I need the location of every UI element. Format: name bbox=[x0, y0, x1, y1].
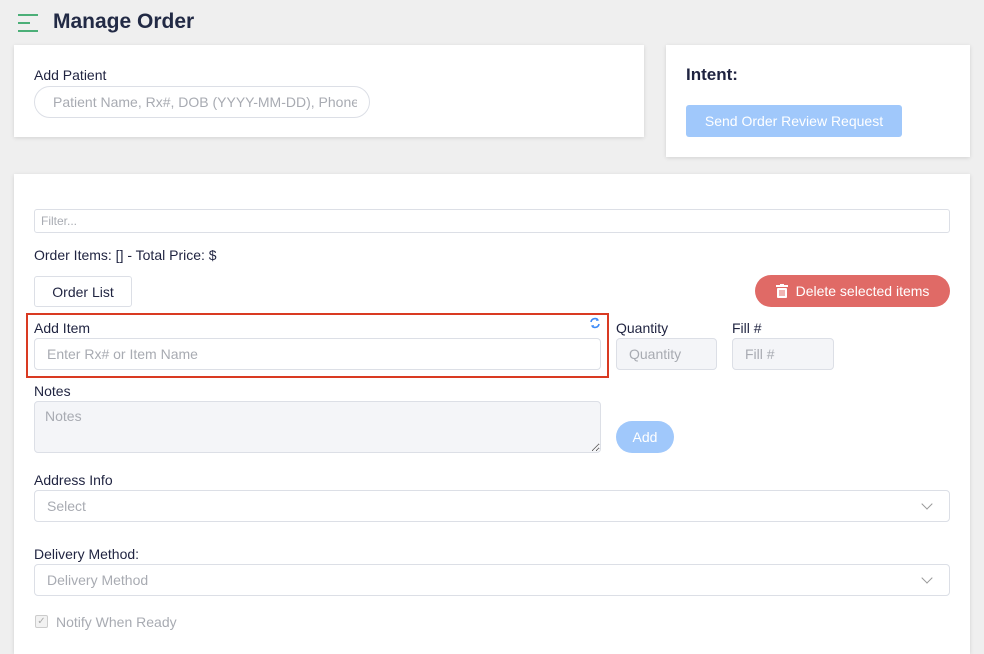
quantity-label: Quantity bbox=[616, 320, 669, 336]
patient-search-input[interactable] bbox=[34, 86, 370, 118]
add-item-input[interactable] bbox=[34, 338, 601, 370]
address-info-label: Address Info bbox=[34, 472, 113, 488]
notes-textarea[interactable] bbox=[34, 401, 601, 453]
add-button[interactable]: Add bbox=[616, 421, 674, 453]
trash-icon bbox=[775, 284, 788, 298]
send-review-request-button[interactable]: Send Order Review Request bbox=[686, 105, 902, 137]
patient-card: Add Patient bbox=[14, 45, 644, 137]
add-item-label: Add Item bbox=[34, 320, 91, 336]
order-summary: Order Items: [] - Total Price: $ bbox=[34, 247, 217, 263]
delete-selected-label: Delete selected items bbox=[795, 283, 930, 299]
notes-label: Notes bbox=[34, 383, 71, 399]
quantity-input[interactable] bbox=[616, 338, 717, 370]
fill-number-input[interactable] bbox=[732, 338, 834, 370]
page-title: Manage Order bbox=[53, 10, 195, 33]
address-select[interactable]: Select bbox=[34, 490, 950, 522]
intent-card: Intent: Send Order Review Request bbox=[666, 45, 970, 157]
refresh-icon[interactable] bbox=[589, 317, 601, 329]
filter-input[interactable] bbox=[34, 209, 950, 233]
intent-label: Intent: bbox=[686, 65, 738, 84]
chevron-down-icon bbox=[921, 498, 933, 510]
fill-number-label: Fill # bbox=[732, 320, 762, 336]
order-list-button[interactable]: Order List bbox=[34, 276, 132, 307]
hamburger-menu-icon[interactable] bbox=[18, 13, 38, 32]
notify-label: Notify When Ready bbox=[56, 614, 177, 630]
delivery-method-label: Delivery Method: bbox=[34, 546, 140, 562]
notify-checkbox[interactable]: ✓ bbox=[35, 615, 48, 628]
add-patient-label: Add Patient bbox=[34, 67, 107, 83]
address-select-value: Select bbox=[47, 498, 86, 514]
delivery-method-select[interactable]: Delivery Method bbox=[34, 564, 950, 596]
delivery-method-value: Delivery Method bbox=[47, 572, 149, 588]
chevron-down-icon bbox=[921, 572, 933, 584]
delete-selected-button[interactable]: Delete selected items bbox=[755, 275, 950, 307]
order-card: Order Items: [] - Total Price: $ Order L… bbox=[14, 174, 970, 654]
